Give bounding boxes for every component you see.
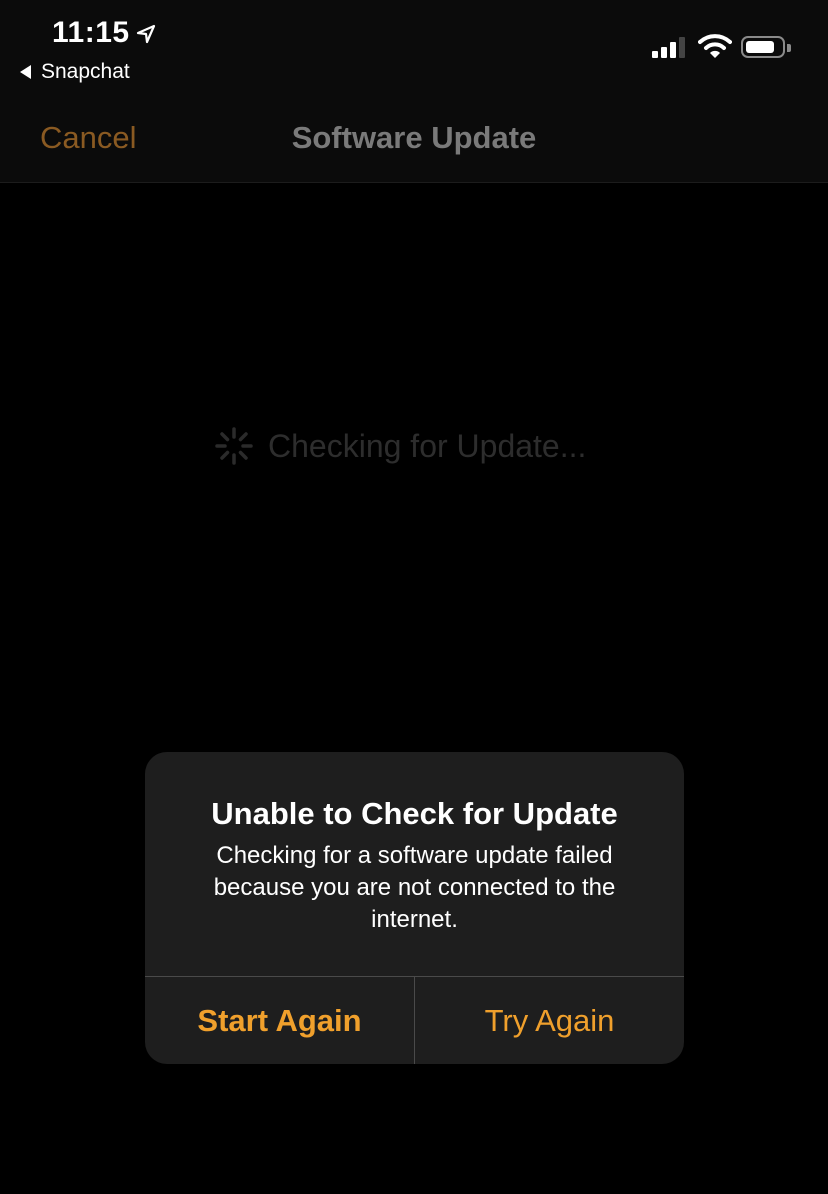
alert-button-row: Start Again Try Again [145,976,684,1064]
clock: 11:15 [52,16,130,49]
alert-dialog: Unable to Check for Update Checking for … [145,752,684,1064]
status-bar: 11:15 Snapchat [0,0,828,100]
location-arrow-icon [136,24,156,44]
try-again-button[interactable]: Try Again [415,977,684,1064]
wifi-icon [698,34,732,58]
page-title: Software Update [291,120,537,155]
back-triangle-icon [20,65,31,79]
alert-message: Checking for a software update failed be… [213,842,616,933]
back-app-label: Snapchat [41,60,130,83]
battery-icon [741,36,791,58]
navigation-bar: Cancel Software Update [0,100,828,183]
back-to-app-link[interactable]: Snapchat [20,60,130,84]
start-again-button[interactable]: Start Again [145,977,414,1064]
alert-title: Unable to Check for Update [211,796,618,831]
cellular-signal-icon [652,36,685,58]
